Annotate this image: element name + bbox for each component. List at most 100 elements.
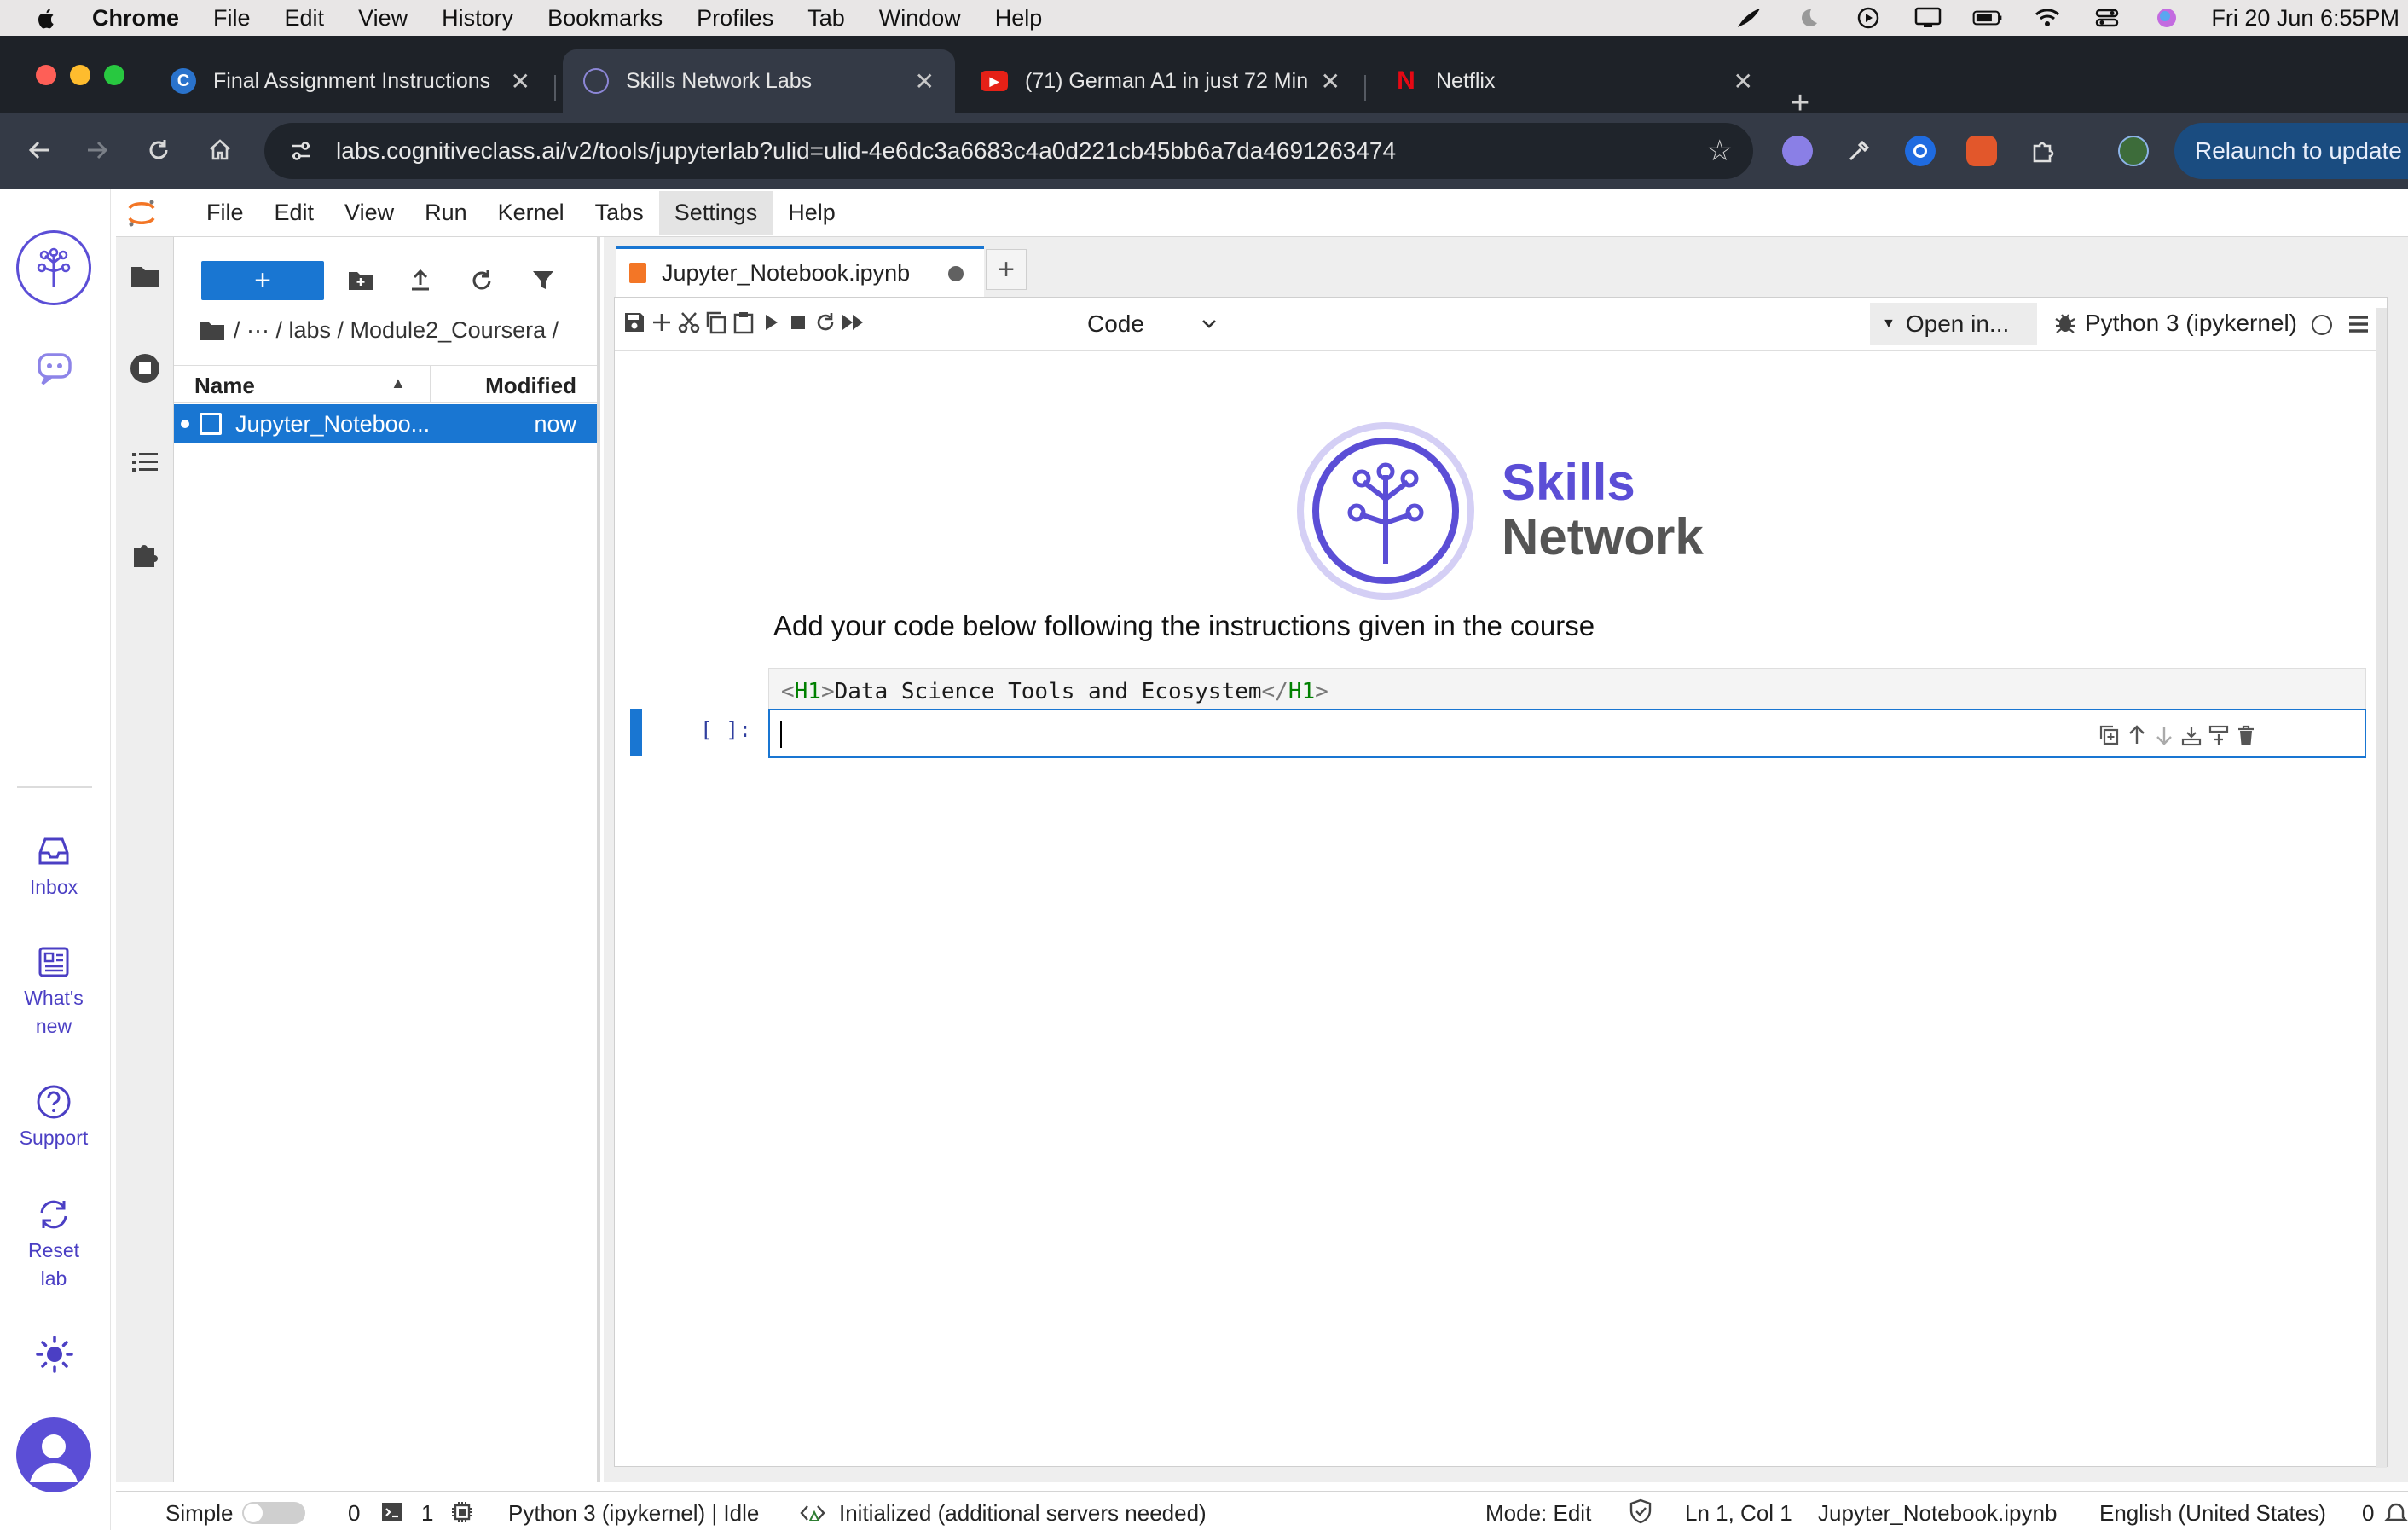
duplicate-cell-icon[interactable]	[2097, 722, 2122, 748]
extension-fox-icon[interactable]	[1966, 136, 1997, 166]
reload-button[interactable]	[140, 131, 177, 169]
apple-icon[interactable]	[34, 5, 60, 31]
add-tab-button[interactable]: +	[986, 249, 1027, 290]
wifi-icon[interactable]	[2032, 7, 2063, 29]
jp-menu-tabs[interactable]: Tabs	[580, 191, 659, 235]
browser-tab-netflix[interactable]: N Netflix ✕	[1373, 49, 1774, 113]
menu-edit[interactable]: Edit	[285, 5, 325, 32]
kernel-count[interactable]: 1	[421, 1500, 433, 1527]
ai-chat-icon[interactable]	[34, 348, 75, 389]
sidebar-item-reset-lab[interactable]: Reset lab	[0, 1196, 107, 1293]
relaunch-to-update-button[interactable]: Relaunch to update	[2174, 123, 2408, 179]
display-icon[interactable]	[1913, 7, 1943, 29]
eyedropper-icon[interactable]	[1844, 136, 1874, 166]
window-minimize-button[interactable]	[70, 65, 90, 85]
lsp-code-icon[interactable]	[800, 1502, 825, 1524]
column-name[interactable]: Name	[194, 373, 255, 399]
folder-icon[interactable]	[200, 320, 225, 342]
extensions-puzzle-icon[interactable]	[2028, 136, 2058, 166]
tab-close-icon[interactable]: ✕	[511, 67, 530, 96]
siri-icon[interactable]	[2151, 7, 2182, 29]
kernel-chip-icon[interactable]	[450, 1500, 474, 1524]
sidebar-item-support[interactable]: Support	[0, 1083, 107, 1152]
jp-menu-settings[interactable]: Settings	[658, 191, 773, 235]
simple-mode-toggle[interactable]	[242, 1502, 305, 1524]
cursor-position[interactable]: Ln 1, Col 1	[1685, 1500, 1792, 1527]
extension-target-icon[interactable]	[1905, 136, 1936, 166]
filter-icon[interactable]	[527, 264, 559, 297]
lsp-status-text[interactable]: Initialized (additional servers needed)	[839, 1500, 1207, 1527]
upload-icon[interactable]	[404, 264, 437, 297]
home-button[interactable]	[201, 131, 239, 169]
menu-clock[interactable]: Fri 20 Jun 6:55PM	[2211, 5, 2399, 32]
moon-icon[interactable]	[1793, 7, 1824, 29]
insert-below-icon[interactable]	[2179, 722, 2204, 748]
sort-ascending-icon[interactable]: ▲	[391, 374, 406, 392]
kernel-name[interactable]: Python 3 (ipykernel)	[2085, 310, 2297, 337]
tab-close-icon[interactable]: ✕	[1734, 67, 1753, 96]
copy-icon[interactable]	[702, 308, 731, 337]
window-zoom-button[interactable]	[104, 65, 124, 85]
new-folder-icon[interactable]	[344, 264, 377, 297]
kernel-status-text[interactable]: Python 3 (ipykernel) | Idle	[508, 1500, 759, 1527]
fast-forward-icon[interactable]	[838, 308, 867, 337]
language-selector[interactable]: English (United States)	[2099, 1500, 2326, 1527]
tab-close-icon[interactable]: ✕	[915, 67, 935, 96]
menu-profiles[interactable]: Profiles	[697, 5, 773, 32]
bookmark-star-icon[interactable]: ☆	[1707, 134, 1733, 168]
delete-cell-icon[interactable]	[2233, 722, 2259, 748]
menu-bookmarks[interactable]: Bookmarks	[547, 5, 663, 32]
file-browser-folder-icon[interactable]	[128, 259, 162, 293]
open-in-button[interactable]: ▼ Open in...	[1870, 303, 2037, 345]
theme-sun-icon[interactable]	[34, 1334, 75, 1375]
menu-history[interactable]: History	[442, 5, 513, 32]
extension-brain-icon[interactable]	[1782, 136, 1813, 166]
bell-icon[interactable]	[2384, 1500, 2408, 1524]
move-up-icon[interactable]	[2124, 722, 2150, 748]
terminal-icon[interactable]	[380, 1500, 404, 1524]
breadcrumb-path[interactable]: / ··· / labs / Module2_Coursera /	[234, 317, 559, 344]
stop-icon[interactable]	[784, 308, 813, 337]
restart-icon[interactable]	[811, 308, 840, 337]
jp-menu-view[interactable]: View	[329, 191, 409, 235]
window-close-button[interactable]	[36, 65, 56, 85]
jp-menu-kernel[interactable]: Kernel	[483, 191, 580, 235]
user-avatar-icon[interactable]	[16, 1417, 91, 1492]
menu-app-name[interactable]: Chrome	[92, 5, 179, 32]
jp-menu-run[interactable]: Run	[409, 191, 483, 235]
debugger-bug-icon[interactable]	[2051, 308, 2080, 337]
code-cell-editor[interactable]	[768, 709, 2366, 758]
notification-count[interactable]: 0	[2362, 1500, 2374, 1527]
insert-above-icon[interactable]	[2206, 722, 2231, 748]
cell-type-dropdown[interactable]: Code	[1075, 308, 1229, 340]
refresh-icon[interactable]	[466, 264, 498, 297]
jp-menu-file[interactable]: File	[191, 191, 259, 235]
unsaved-dot-icon[interactable]	[948, 266, 964, 281]
profile-avatar-icon[interactable]	[2118, 136, 2149, 166]
breadcrumb[interactable]: / ··· / labs / Module2_Coursera /	[200, 317, 559, 344]
feather-icon[interactable]	[1734, 7, 1764, 29]
notebook-scrollbar[interactable]	[2376, 308, 2387, 1468]
cut-icon[interactable]	[674, 308, 703, 337]
shield-check-icon[interactable]	[1629, 1498, 1653, 1524]
battery-icon[interactable]	[1972, 7, 2003, 29]
menu-help[interactable]: Help	[995, 5, 1043, 32]
hamburger-menu-icon[interactable]	[2346, 311, 2371, 337]
extension-manager-puzzle-icon[interactable]	[128, 537, 162, 571]
tab-close-icon[interactable]: ✕	[1321, 67, 1340, 96]
jp-menu-edit[interactable]: Edit	[259, 191, 330, 235]
address-bar[interactable]: labs.cognitiveclass.ai/v2/tools/jupyterl…	[264, 123, 1753, 179]
jp-menu-help[interactable]: Help	[773, 191, 851, 235]
paste-icon[interactable]	[729, 308, 758, 337]
control-center-icon[interactable]	[2092, 7, 2122, 29]
file-list-item[interactable]: Jupyter_Noteboo... now	[174, 404, 597, 443]
menu-window[interactable]: Window	[879, 5, 961, 32]
move-down-icon[interactable]	[2151, 722, 2177, 748]
browser-tab-coursera[interactable]: C Final Assignment Instructions ✕	[150, 49, 551, 113]
insert-cell-icon[interactable]	[647, 308, 676, 337]
forward-button[interactable]	[78, 131, 116, 169]
column-modified[interactable]: Modified	[485, 373, 576, 399]
notebook-document-tab[interactable]: Jupyter_Notebook.ipynb	[616, 246, 984, 297]
run-icon[interactable]	[756, 308, 785, 337]
play-circle-icon[interactable]	[1853, 7, 1884, 29]
